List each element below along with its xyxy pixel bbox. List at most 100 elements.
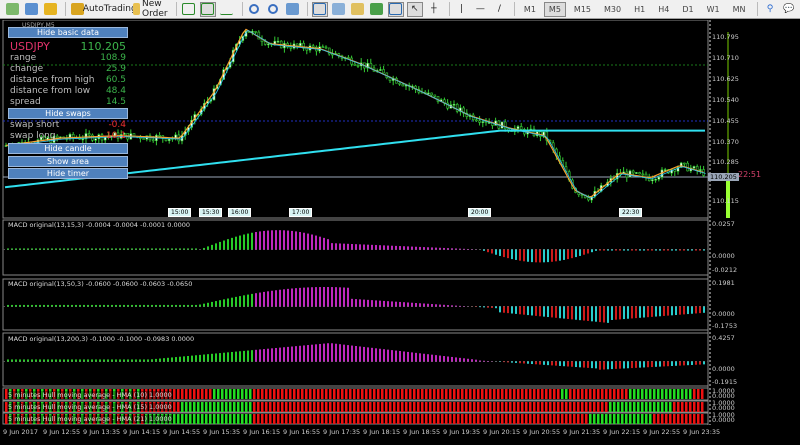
templates-button[interactable] xyxy=(350,2,366,17)
timeframe-mn[interactable]: MN xyxy=(728,2,751,17)
candle xyxy=(398,82,401,85)
price-tick: 110.625 xyxy=(712,75,739,83)
hma-bar xyxy=(465,402,468,412)
new-chart-button[interactable] xyxy=(4,2,20,17)
hma-bar xyxy=(573,402,576,412)
hma-bar xyxy=(449,402,452,412)
timeframe-m1[interactable]: M1 xyxy=(519,2,541,17)
hide-basic-data-button[interactable]: Hide basic data xyxy=(8,27,128,38)
toolbar: AutoTrading New Order ↖ ┼ | — / M1 M5 M15 M… xyxy=(0,0,800,19)
hma-bar xyxy=(405,389,408,399)
hma-bar xyxy=(573,389,576,399)
hma-bar xyxy=(317,414,320,424)
candle xyxy=(657,176,661,180)
timeframe-d1[interactable]: D1 xyxy=(677,2,698,17)
trendline-icon: / xyxy=(497,4,501,14)
candle xyxy=(353,63,357,66)
hma-bar xyxy=(669,389,672,399)
autoscroll-icon xyxy=(389,3,403,15)
hma-bar xyxy=(649,389,652,399)
timeframe-m5[interactable]: M5 xyxy=(543,1,566,17)
hide-swaps-button[interactable]: Hide swaps xyxy=(8,108,128,119)
hma-bar xyxy=(681,402,684,412)
chat-button[interactable]: 💬 xyxy=(781,2,797,17)
hma-bar xyxy=(485,402,488,412)
separator xyxy=(307,2,308,16)
tile-windows-button[interactable] xyxy=(284,2,300,17)
macd-min: -0.0212 xyxy=(712,266,738,274)
macd-label: MACD original(13,15,3) -0.0004 -0.0004 -… xyxy=(8,221,191,229)
bar-chart-button[interactable] xyxy=(181,2,197,17)
row-label: spread xyxy=(10,97,41,107)
hma-bar xyxy=(633,414,636,424)
hma-bar xyxy=(669,402,672,412)
hma-bar xyxy=(461,389,464,399)
hma-bar xyxy=(177,414,180,424)
candlestick-button[interactable] xyxy=(199,1,216,17)
timeframe-m30[interactable]: M30 xyxy=(599,2,626,17)
trendline-button[interactable]: / xyxy=(491,2,507,17)
hma-bar xyxy=(617,402,620,412)
hma-bar xyxy=(453,414,456,424)
hide-candle-button[interactable]: Hide candle xyxy=(8,143,128,154)
zoom-out-button[interactable] xyxy=(265,2,281,17)
hma-bar xyxy=(565,414,568,424)
timeframe-w1[interactable]: W1 xyxy=(702,2,725,17)
hma-bar xyxy=(253,389,256,399)
autoscroll-button[interactable] xyxy=(387,1,404,17)
swap-short-row: swap short -0.4 xyxy=(10,120,126,130)
market-watch-button[interactable] xyxy=(42,2,58,17)
hma-bar xyxy=(481,414,484,424)
hma-bar xyxy=(289,414,292,424)
profiles-button[interactable] xyxy=(23,2,39,17)
hma-bar xyxy=(245,402,248,412)
timeframe-m15[interactable]: M15 xyxy=(569,2,596,17)
vertical-line-button[interactable]: | xyxy=(453,2,469,17)
price-tick: 110.455 xyxy=(712,117,739,125)
timeframe-h1[interactable]: H1 xyxy=(629,2,650,17)
hma-bar xyxy=(217,402,220,412)
hma-bar xyxy=(329,414,332,424)
hma-bar xyxy=(273,389,276,399)
hma-bar xyxy=(489,389,492,399)
hma-bar xyxy=(409,414,412,424)
periods-button[interactable] xyxy=(369,2,385,17)
hma-bar xyxy=(477,414,480,424)
hide-timer-button[interactable]: Hide timer xyxy=(8,168,128,179)
chart-shift-button[interactable] xyxy=(311,1,328,17)
time-tick: 9 Jun 19:35 xyxy=(443,428,481,436)
candle xyxy=(321,46,325,49)
hma-bar xyxy=(521,414,524,424)
hma-bar xyxy=(561,414,564,424)
hma-bar xyxy=(601,389,604,399)
hma-bar xyxy=(397,402,400,412)
crosshair-button[interactable]: ┼ xyxy=(426,2,442,17)
horizontal-line-button[interactable]: — xyxy=(472,2,488,17)
hma-label: 5 minutes Hull moving average - HMA (15)… xyxy=(8,403,172,411)
hma-bar xyxy=(633,402,636,412)
hma-bar xyxy=(645,402,648,412)
macd-min: -0.1915 xyxy=(712,378,738,386)
time-tick: 9 Jun 22:15 xyxy=(603,428,641,436)
separator xyxy=(65,2,66,16)
hma-bar xyxy=(181,402,184,412)
line-chart-button[interactable] xyxy=(219,2,235,17)
search-button[interactable]: ⚲ xyxy=(762,2,778,17)
session-marker: 16:00 xyxy=(228,208,252,217)
hma-bar xyxy=(413,389,416,399)
hma-bar xyxy=(685,389,688,399)
indicators-button[interactable] xyxy=(331,2,347,17)
hma-bar xyxy=(321,414,324,424)
hma-bar xyxy=(617,389,620,399)
hma-bar xyxy=(525,414,528,424)
new-order-button[interactable]: New Order xyxy=(132,0,169,19)
show-area-button[interactable]: Show area xyxy=(8,156,128,167)
hma-bar xyxy=(637,414,640,424)
timeframe-h4[interactable]: H4 xyxy=(653,2,674,17)
cursor-button[interactable]: ↖ xyxy=(406,1,423,17)
autotrading-button[interactable]: AutoTrading xyxy=(83,2,137,17)
hma-bar xyxy=(577,402,580,412)
zoom-in-button[interactable] xyxy=(246,2,262,17)
hma-bar xyxy=(361,402,364,412)
row-value: 14.5 xyxy=(105,97,126,107)
